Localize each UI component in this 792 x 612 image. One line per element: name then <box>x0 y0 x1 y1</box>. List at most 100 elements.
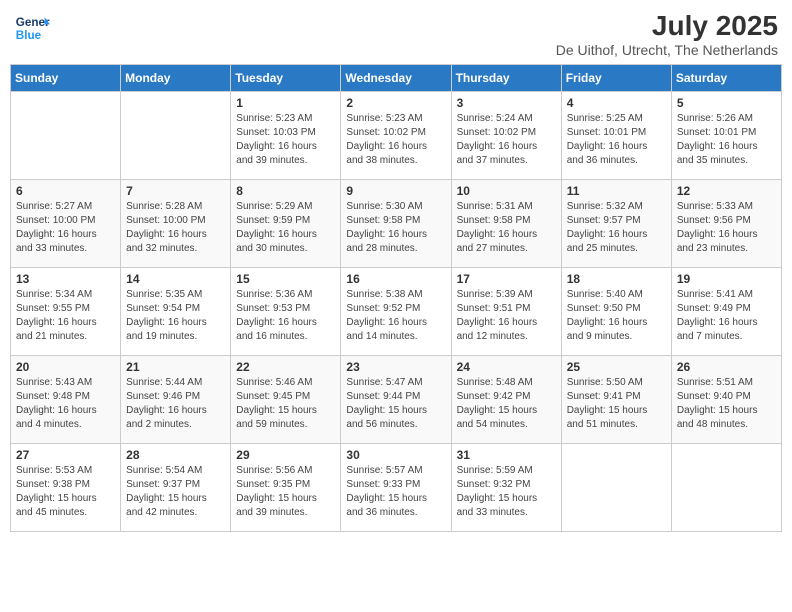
day-content: Sunrise: 5:27 AM Sunset: 10:00 PM Daylig… <box>16 200 115 256</box>
calendar-day-cell: 7 Sunrise: 5:28 AM Sunset: 10:00 PM Dayli… <box>121 180 231 268</box>
location-subtitle: De Uithof, Utrecht, The Netherlands <box>556 42 778 58</box>
day-number: 28 <box>126 448 225 462</box>
day-number: 19 <box>677 272 776 286</box>
day-number: 22 <box>236 360 335 374</box>
day-number: 23 <box>346 360 445 374</box>
day-content: Sunrise: 5:23 AM Sunset: 10:03 PM Daylig… <box>236 112 335 168</box>
day-number: 27 <box>16 448 115 462</box>
day-content: Sunrise: 5:35 AM Sunset: 9:54 PM Dayligh… <box>126 288 225 344</box>
calendar-day-cell: 17 Sunrise: 5:39 AM Sunset: 9:51 PM Dayli… <box>451 268 561 356</box>
day-content: Sunrise: 5:59 AM Sunset: 9:32 PM Dayligh… <box>457 464 556 520</box>
day-content: Sunrise: 5:38 AM Sunset: 9:52 PM Dayligh… <box>346 288 445 344</box>
day-number: 21 <box>126 360 225 374</box>
day-content: Sunrise: 5:34 AM Sunset: 9:55 PM Dayligh… <box>16 288 115 344</box>
day-content: Sunrise: 5:24 AM Sunset: 10:02 PM Daylig… <box>457 112 556 168</box>
calendar-day-cell: 18 Sunrise: 5:40 AM Sunset: 9:50 PM Dayli… <box>561 268 671 356</box>
day-content: Sunrise: 5:47 AM Sunset: 9:44 PM Dayligh… <box>346 376 445 432</box>
calendar-day-cell: 5 Sunrise: 5:26 AM Sunset: 10:01 PM Dayli… <box>671 92 781 180</box>
day-number: 9 <box>346 184 445 198</box>
day-of-week-header: Friday <box>561 65 671 92</box>
day-content: Sunrise: 5:32 AM Sunset: 9:57 PM Dayligh… <box>567 200 666 256</box>
day-number: 18 <box>567 272 666 286</box>
logo-icon: General Blue <box>14 10 50 46</box>
day-of-week-header: Thursday <box>451 65 561 92</box>
day-number: 7 <box>126 184 225 198</box>
calendar-day-cell: 27 Sunrise: 5:53 AM Sunset: 9:38 PM Dayli… <box>11 444 121 532</box>
calendar-day-cell: 22 Sunrise: 5:46 AM Sunset: 9:45 PM Dayli… <box>231 356 341 444</box>
calendar-day-cell <box>671 444 781 532</box>
day-number: 25 <box>567 360 666 374</box>
calendar-day-cell: 21 Sunrise: 5:44 AM Sunset: 9:46 PM Dayli… <box>121 356 231 444</box>
day-number: 24 <box>457 360 556 374</box>
day-number: 29 <box>236 448 335 462</box>
day-content: Sunrise: 5:50 AM Sunset: 9:41 PM Dayligh… <box>567 376 666 432</box>
day-number: 3 <box>457 96 556 110</box>
day-number: 17 <box>457 272 556 286</box>
day-number: 6 <box>16 184 115 198</box>
calendar-header-row: SundayMondayTuesdayWednesdayThursdayFrid… <box>11 65 782 92</box>
calendar-day-cell: 12 Sunrise: 5:33 AM Sunset: 9:56 PM Dayli… <box>671 180 781 268</box>
day-content: Sunrise: 5:33 AM Sunset: 9:56 PM Dayligh… <box>677 200 776 256</box>
calendar-day-cell: 28 Sunrise: 5:54 AM Sunset: 9:37 PM Dayli… <box>121 444 231 532</box>
day-number: 26 <box>677 360 776 374</box>
day-content: Sunrise: 5:26 AM Sunset: 10:01 PM Daylig… <box>677 112 776 168</box>
day-number: 31 <box>457 448 556 462</box>
calendar-day-cell: 6 Sunrise: 5:27 AM Sunset: 10:00 PM Dayli… <box>11 180 121 268</box>
calendar-day-cell: 2 Sunrise: 5:23 AM Sunset: 10:02 PM Dayli… <box>341 92 451 180</box>
calendar-day-cell: 4Sunrise: 5:25 AM Sunset: 10:01 PM Dayli… <box>561 92 671 180</box>
calendar-day-cell: 15Sunrise: 5:36 AM Sunset: 9:53 PM Dayli… <box>231 268 341 356</box>
day-of-week-header: Sunday <box>11 65 121 92</box>
day-content: Sunrise: 5:40 AM Sunset: 9:50 PM Dayligh… <box>567 288 666 344</box>
calendar-day-cell: 3 Sunrise: 5:24 AM Sunset: 10:02 PM Dayli… <box>451 92 561 180</box>
day-number: 16 <box>346 272 445 286</box>
day-number: 10 <box>457 184 556 198</box>
calendar-day-cell: 9 Sunrise: 5:30 AM Sunset: 9:58 PM Daylig… <box>341 180 451 268</box>
day-content: Sunrise: 5:46 AM Sunset: 9:45 PM Dayligh… <box>236 376 335 432</box>
calendar-day-cell: 23 Sunrise: 5:47 AM Sunset: 9:44 PM Dayli… <box>341 356 451 444</box>
day-number: 2 <box>346 96 445 110</box>
calendar-day-cell: 11 Sunrise: 5:32 AM Sunset: 9:57 PM Dayli… <box>561 180 671 268</box>
day-content: Sunrise: 5:56 AM Sunset: 9:35 PM Dayligh… <box>236 464 335 520</box>
calendar-week-row: 13Sunrise: 5:34 AM Sunset: 9:55 PM Dayli… <box>11 268 782 356</box>
day-content: Sunrise: 5:53 AM Sunset: 9:38 PM Dayligh… <box>16 464 115 520</box>
day-number: 4 <box>567 96 666 110</box>
calendar-day-cell: 24 Sunrise: 5:48 AM Sunset: 9:42 PM Dayli… <box>451 356 561 444</box>
page-header: General Blue July 2025 De Uithof, Utrech… <box>10 10 782 58</box>
day-content: Sunrise: 5:28 AM Sunset: 10:00 PM Daylig… <box>126 200 225 256</box>
calendar-day-cell <box>561 444 671 532</box>
day-content: Sunrise: 5:36 AM Sunset: 9:53 PM Dayligh… <box>236 288 335 344</box>
calendar-day-cell: 29 Sunrise: 5:56 AM Sunset: 9:35 PM Dayli… <box>231 444 341 532</box>
calendar-week-row: 1Sunrise: 5:23 AM Sunset: 10:03 PM Dayli… <box>11 92 782 180</box>
day-content: Sunrise: 5:43 AM Sunset: 9:48 PM Dayligh… <box>16 376 115 432</box>
day-number: 12 <box>677 184 776 198</box>
day-content: Sunrise: 5:23 AM Sunset: 10:02 PM Daylig… <box>346 112 445 168</box>
day-content: Sunrise: 5:29 AM Sunset: 9:59 PM Dayligh… <box>236 200 335 256</box>
day-number: 5 <box>677 96 776 110</box>
day-content: Sunrise: 5:39 AM Sunset: 9:51 PM Dayligh… <box>457 288 556 344</box>
calendar-day-cell: 30Sunrise: 5:57 AM Sunset: 9:33 PM Dayli… <box>341 444 451 532</box>
calendar-day-cell: 20 Sunrise: 5:43 AM Sunset: 9:48 PM Dayli… <box>11 356 121 444</box>
day-content: Sunrise: 5:41 AM Sunset: 9:49 PM Dayligh… <box>677 288 776 344</box>
calendar-day-cell <box>11 92 121 180</box>
calendar-day-cell: 31 Sunrise: 5:59 AM Sunset: 9:32 PM Dayli… <box>451 444 561 532</box>
logo: General Blue <box>14 10 50 46</box>
calendar-week-row: 6 Sunrise: 5:27 AM Sunset: 10:00 PM Dayli… <box>11 180 782 268</box>
calendar-week-row: 27 Sunrise: 5:53 AM Sunset: 9:38 PM Dayli… <box>11 444 782 532</box>
day-content: Sunrise: 5:48 AM Sunset: 9:42 PM Dayligh… <box>457 376 556 432</box>
calendar-day-cell <box>121 92 231 180</box>
calendar-day-cell: 25 Sunrise: 5:50 AM Sunset: 9:41 PM Dayli… <box>561 356 671 444</box>
calendar-day-cell: 1Sunrise: 5:23 AM Sunset: 10:03 PM Dayli… <box>231 92 341 180</box>
day-content: Sunrise: 5:30 AM Sunset: 9:58 PM Dayligh… <box>346 200 445 256</box>
day-number: 20 <box>16 360 115 374</box>
day-content: Sunrise: 5:31 AM Sunset: 9:58 PM Dayligh… <box>457 200 556 256</box>
day-of-week-header: Tuesday <box>231 65 341 92</box>
title-block: July 2025 De Uithof, Utrecht, The Nether… <box>556 10 778 58</box>
day-number: 14 <box>126 272 225 286</box>
calendar-day-cell: 8Sunrise: 5:29 AM Sunset: 9:59 PM Daylig… <box>231 180 341 268</box>
month-year-title: July 2025 <box>556 10 778 42</box>
day-number: 11 <box>567 184 666 198</box>
day-content: Sunrise: 5:54 AM Sunset: 9:37 PM Dayligh… <box>126 464 225 520</box>
day-of-week-header: Saturday <box>671 65 781 92</box>
day-content: Sunrise: 5:44 AM Sunset: 9:46 PM Dayligh… <box>126 376 225 432</box>
calendar-table: SundayMondayTuesdayWednesdayThursdayFrid… <box>10 64 782 532</box>
